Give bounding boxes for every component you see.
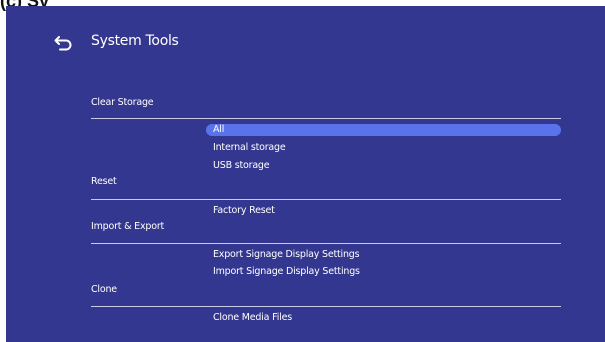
option-import-signage-display-settings[interactable]: Import Signage Display Settings: [206, 266, 561, 278]
settings-screen: System Tools Clear Storage All Internal …: [6, 6, 605, 342]
option-export-signage-display-settings[interactable]: Export Signage Display Settings: [206, 249, 561, 261]
back-arrow-icon[interactable]: [54, 33, 74, 53]
section-label-reset: Reset: [91, 176, 117, 187]
option-clone-media-files[interactable]: Clone Media Files: [206, 312, 561, 324]
section-label-clone: Clone: [91, 284, 117, 295]
section-label-import-export: Import & Export: [91, 221, 165, 232]
divider: [91, 243, 561, 244]
divider: [91, 118, 561, 119]
page-title: System Tools: [91, 33, 179, 49]
option-internal-storage[interactable]: Internal storage: [206, 142, 561, 154]
divider: [91, 306, 561, 307]
section-label-clear-storage: Clear Storage: [91, 97, 154, 108]
option-usb-storage[interactable]: USB storage: [206, 160, 561, 172]
option-all[interactable]: All: [206, 124, 561, 136]
divider: [91, 199, 561, 200]
option-factory-reset[interactable]: Factory Reset: [206, 205, 561, 217]
